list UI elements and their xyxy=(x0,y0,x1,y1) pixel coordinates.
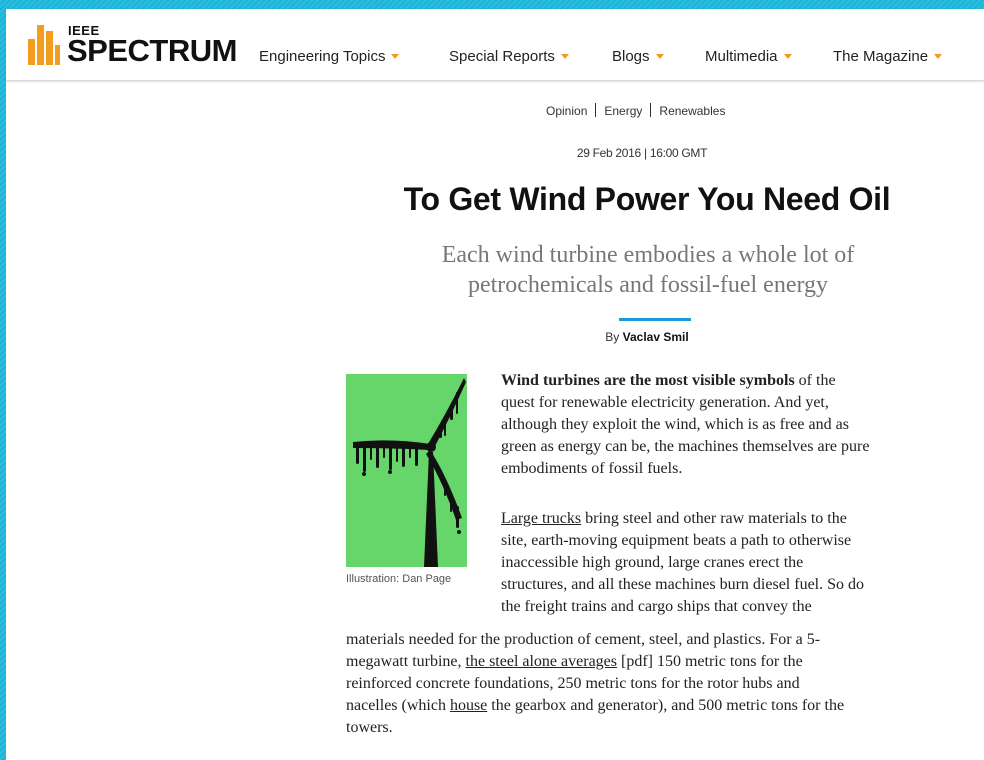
paragraph-1: Wind turbines are the most visible symbo… xyxy=(501,372,870,477)
nav-special-reports[interactable]: Special Reports xyxy=(449,48,569,65)
divider xyxy=(650,103,652,117)
caret-down-icon xyxy=(655,53,664,59)
byline: By Vaclav Smil xyxy=(605,330,689,344)
logo-spectrum-text: SPECTRUM xyxy=(67,33,237,68)
article-figure: Illustration: Dan Page xyxy=(346,374,467,585)
category-opinion[interactable]: Opinion xyxy=(546,104,587,118)
caret-down-icon xyxy=(560,53,569,59)
window-frame-left xyxy=(0,0,6,760)
link-house[interactable]: house xyxy=(450,697,487,714)
category-renewables[interactable]: Renewables xyxy=(659,104,725,118)
byline-rule xyxy=(619,318,691,321)
site-header: IEEE SPECTRUM Engineering Topics Special… xyxy=(6,9,984,81)
category-energy[interactable]: Energy xyxy=(604,104,642,118)
subtitle-line: petrochemicals and fossil-fuel energy xyxy=(467,272,829,298)
paragraph-2-bottom: materials needed for the production of c… xyxy=(346,631,845,736)
author-name[interactable]: Vaclav Smil xyxy=(623,330,689,344)
window-frame-top xyxy=(0,0,984,9)
caret-down-icon xyxy=(391,53,400,59)
ieee-spectrum-logo-icon xyxy=(28,25,60,65)
nav-multimedia[interactable]: Multimedia xyxy=(705,48,792,65)
link-steel-alone-averages[interactable]: the steel alone averages xyxy=(466,653,617,670)
nav-engineering-topics[interactable]: Engineering Topics xyxy=(259,48,400,65)
nav-the-magazine[interactable]: The Magazine xyxy=(833,48,943,65)
wind-turbine-illustration[interactable] xyxy=(346,374,467,567)
lead-text: Wind turbines are the most visible symbo… xyxy=(501,372,795,389)
caret-down-icon xyxy=(934,53,943,59)
caret-down-icon xyxy=(783,53,792,59)
article-date: 29 Feb 2016 | 16:00 GMT xyxy=(576,146,708,160)
subtitle-line: Each wind turbine embodies a whole lot o… xyxy=(441,242,855,268)
site-logo[interactable]: IEEE SPECTRUM xyxy=(28,23,248,69)
divider xyxy=(595,103,597,117)
category-breadcrumb: Opinion Energy Renewables xyxy=(546,103,725,118)
image-caption: Illustration: Dan Page xyxy=(346,573,452,585)
nav-blogs[interactable]: Blogs xyxy=(612,48,664,65)
paragraph-2-top: Large trucks bring steel and other raw m… xyxy=(501,510,865,615)
link-large-trucks[interactable]: Large trucks xyxy=(501,510,581,527)
article-subtitle: Each wind turbine embodies a whole lot o… xyxy=(380,240,916,300)
article-title: To Get Wind Power You Need Oil xyxy=(403,181,891,217)
